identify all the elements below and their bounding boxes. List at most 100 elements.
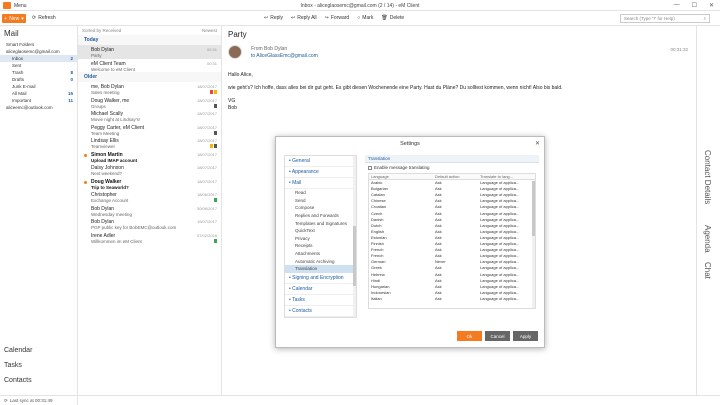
settings-section[interactable]: • Tasks (285, 295, 356, 306)
reply-button[interactable]: ↩ Reply (264, 15, 283, 21)
settings-section[interactable]: • General (285, 156, 356, 167)
settings-subitem[interactable]: Send (285, 197, 356, 205)
group-older[interactable]: Older (78, 72, 221, 82)
maximize-button[interactable]: ☐ (692, 2, 697, 9)
settings-subitem[interactable]: Translation (285, 264, 356, 273)
message-item[interactable]: me, Bob Dylan Sales meeting 18/07/2017 (78, 82, 221, 96)
minimize-button[interactable]: — (674, 2, 680, 9)
settings-nav-label: Automatic Archiving (295, 258, 335, 264)
tab-agenda[interactable]: Agenda (703, 225, 712, 253)
settings-nav-label: Attachments (295, 251, 321, 257)
column-translate-to[interactable]: Translate to lang... (480, 174, 535, 179)
settings-subitem[interactable]: Privacy (285, 235, 356, 243)
settings-subitem[interactable]: Automatic Archiving (285, 257, 356, 265)
smart-folders[interactable]: Smart Folders (0, 41, 77, 48)
folder-name: Important (12, 98, 32, 103)
settings-content: Translation Enable message translating L… (365, 155, 539, 318)
message-from[interactable]: From Bob Dylan (251, 46, 287, 52)
settings-section[interactable]: • Mail (285, 178, 356, 189)
settings-nav-label: Appearance (291, 169, 319, 175)
folder-item[interactable]: All Mail 15 (0, 90, 77, 97)
tab-chat[interactable]: Chat (703, 262, 712, 279)
nav-scroll-thumb[interactable] (353, 226, 356, 286)
mark-button[interactable]: ○ Mark (357, 15, 373, 21)
settings-section[interactable]: • Calendar (285, 284, 356, 295)
sort-label[interactable]: Sorted by Received (82, 28, 121, 33)
message-item[interactable]: Bob Dylan Party 00:31 (78, 45, 221, 59)
message-item[interactable]: Christopher Exchange Account 18/06/2017 (78, 190, 221, 204)
message-item[interactable]: Daisy Johnson Next weekend? 18/07/2017 (78, 163, 221, 177)
message-item[interactable]: Doug Walker, me Groups 18/07/2017 (78, 96, 221, 110)
unread-dot (84, 180, 87, 184)
folder-item[interactable]: Important 11 (0, 97, 77, 104)
settings-nav-label: Compose (295, 205, 315, 211)
refresh-button[interactable]: ⟳ Refresh (32, 15, 56, 21)
settings-subitem[interactable]: Attachments (285, 250, 356, 258)
reply-all-button[interactable]: ↩ Reply All (291, 15, 317, 21)
settings-section[interactable]: • Contacts (285, 306, 356, 317)
tab-contact-details[interactable]: Contact Details (703, 150, 712, 204)
message-item[interactable]: Simon Martin Upload IMAP account 18/07/201… (78, 150, 221, 164)
nav-tasks[interactable]: Tasks (0, 361, 78, 370)
enable-translating-checkbox[interactable]: Enable message translating (365, 163, 539, 172)
message-subject: Groups (91, 103, 106, 109)
settings-nav-label: Privacy (295, 235, 310, 241)
apply-button[interactable]: Apply (513, 331, 538, 341)
message-to[interactable]: to AliceGlassEmc@gmail.com (251, 53, 318, 59)
message-item[interactable]: Michael Scally Movie night at Lindsay's! 1… (78, 109, 221, 123)
title-bar: Menu Inbox - aliceglaosemc@gmail.com (2 … (0, 0, 720, 11)
message-subject: Sales meeting (91, 90, 120, 95)
message-date: 00:31 (206, 47, 217, 52)
last-sync-text: Last sync at 00:31:49 (9, 398, 53, 403)
message-date: 18/07/2017 (196, 165, 217, 170)
dialog-close-icon[interactable]: ✕ (535, 140, 540, 147)
folder-item[interactable]: Inbox 2 (0, 55, 77, 62)
settings-subitem[interactable]: Read (285, 189, 356, 197)
sender-avatar (228, 45, 242, 59)
message-item[interactable]: eM Client Team Welcome to eM Client 00:31 (78, 59, 221, 73)
settings-nav-label: Tasks (292, 296, 305, 303)
folder-name: Drafts (12, 77, 25, 82)
settings-subitem[interactable]: Compose (285, 204, 356, 212)
folder-item[interactable]: Sent (0, 62, 77, 69)
settings-section[interactable]: • Appearance (285, 167, 356, 178)
message-item[interactable]: Lindsay Ellis Teamviewer 18/07/2017 (78, 136, 221, 150)
message-item[interactable]: Irene Adler Willkommen im eM Client 07/02/… (78, 231, 221, 245)
settings-subitem[interactable]: Templates and Signatures (285, 219, 356, 227)
settings-nav: • General • Appearance • Mail Read Send Compo… (284, 155, 357, 318)
settings-subitem[interactable]: Receipts (285, 242, 356, 250)
checkbox-box[interactable] (368, 165, 372, 170)
folder-item[interactable]: Junk E-mail (0, 83, 77, 90)
column-default-action[interactable]: Default action (435, 174, 480, 179)
order-label[interactable]: Newest (202, 28, 217, 33)
close-button[interactable]: ✕ (709, 2, 714, 9)
message-tags (210, 144, 217, 148)
folder-item[interactable]: Trash 8 (0, 69, 77, 76)
cancel-button[interactable]: Cancel (485, 331, 510, 341)
message-item[interactable]: Peggy Carter, eM Client Team Meeting 18/07… (78, 123, 221, 137)
nav-contacts[interactable]: Contacts (0, 376, 78, 385)
ok-button[interactable]: Ok (457, 331, 482, 341)
group-today[interactable]: Today (78, 35, 221, 45)
message-date: 07/02/2016 (196, 232, 217, 238)
settings-subitem[interactable]: Replies and Forwards (285, 212, 356, 220)
column-language[interactable]: Language (369, 174, 435, 179)
language-row[interactable]: Italian Ask Language of applica... (369, 296, 535, 302)
nav-calendar[interactable]: Calendar (0, 346, 78, 355)
message-item[interactable]: Doug Walker Trip to Seaworld? 18/07/2017 (78, 177, 221, 191)
account-outlook[interactable]: aliceemc@outlook.com (0, 104, 77, 111)
settings-subitem[interactable]: QuickText (285, 227, 356, 235)
table-scroll-thumb[interactable] (532, 181, 535, 236)
settings-section[interactable]: • Signing and Encryption (285, 273, 356, 284)
message-item[interactable]: Bob Dylan PGP public key for BobEMC@outlo… (78, 217, 221, 231)
new-button[interactable]: + New ▾ (2, 14, 26, 23)
table-scrollbar[interactable] (532, 181, 535, 308)
forward-button[interactable]: ↪ Forward (325, 15, 350, 21)
folder-item[interactable]: Drafts 0 (0, 76, 77, 83)
search-input[interactable]: Search (Type '?' for Help) ⌕ (620, 14, 710, 23)
account-gmail[interactable]: aliceglaosemc@gmail.com (0, 48, 77, 55)
delete-button[interactable]: 🗑 Delete (381, 15, 404, 21)
message-item[interactable]: Bob Dylan Wednesday meeting 30/06/2017 (78, 204, 221, 218)
nav-scrollbar[interactable] (353, 156, 356, 317)
message-tags (214, 238, 217, 243)
